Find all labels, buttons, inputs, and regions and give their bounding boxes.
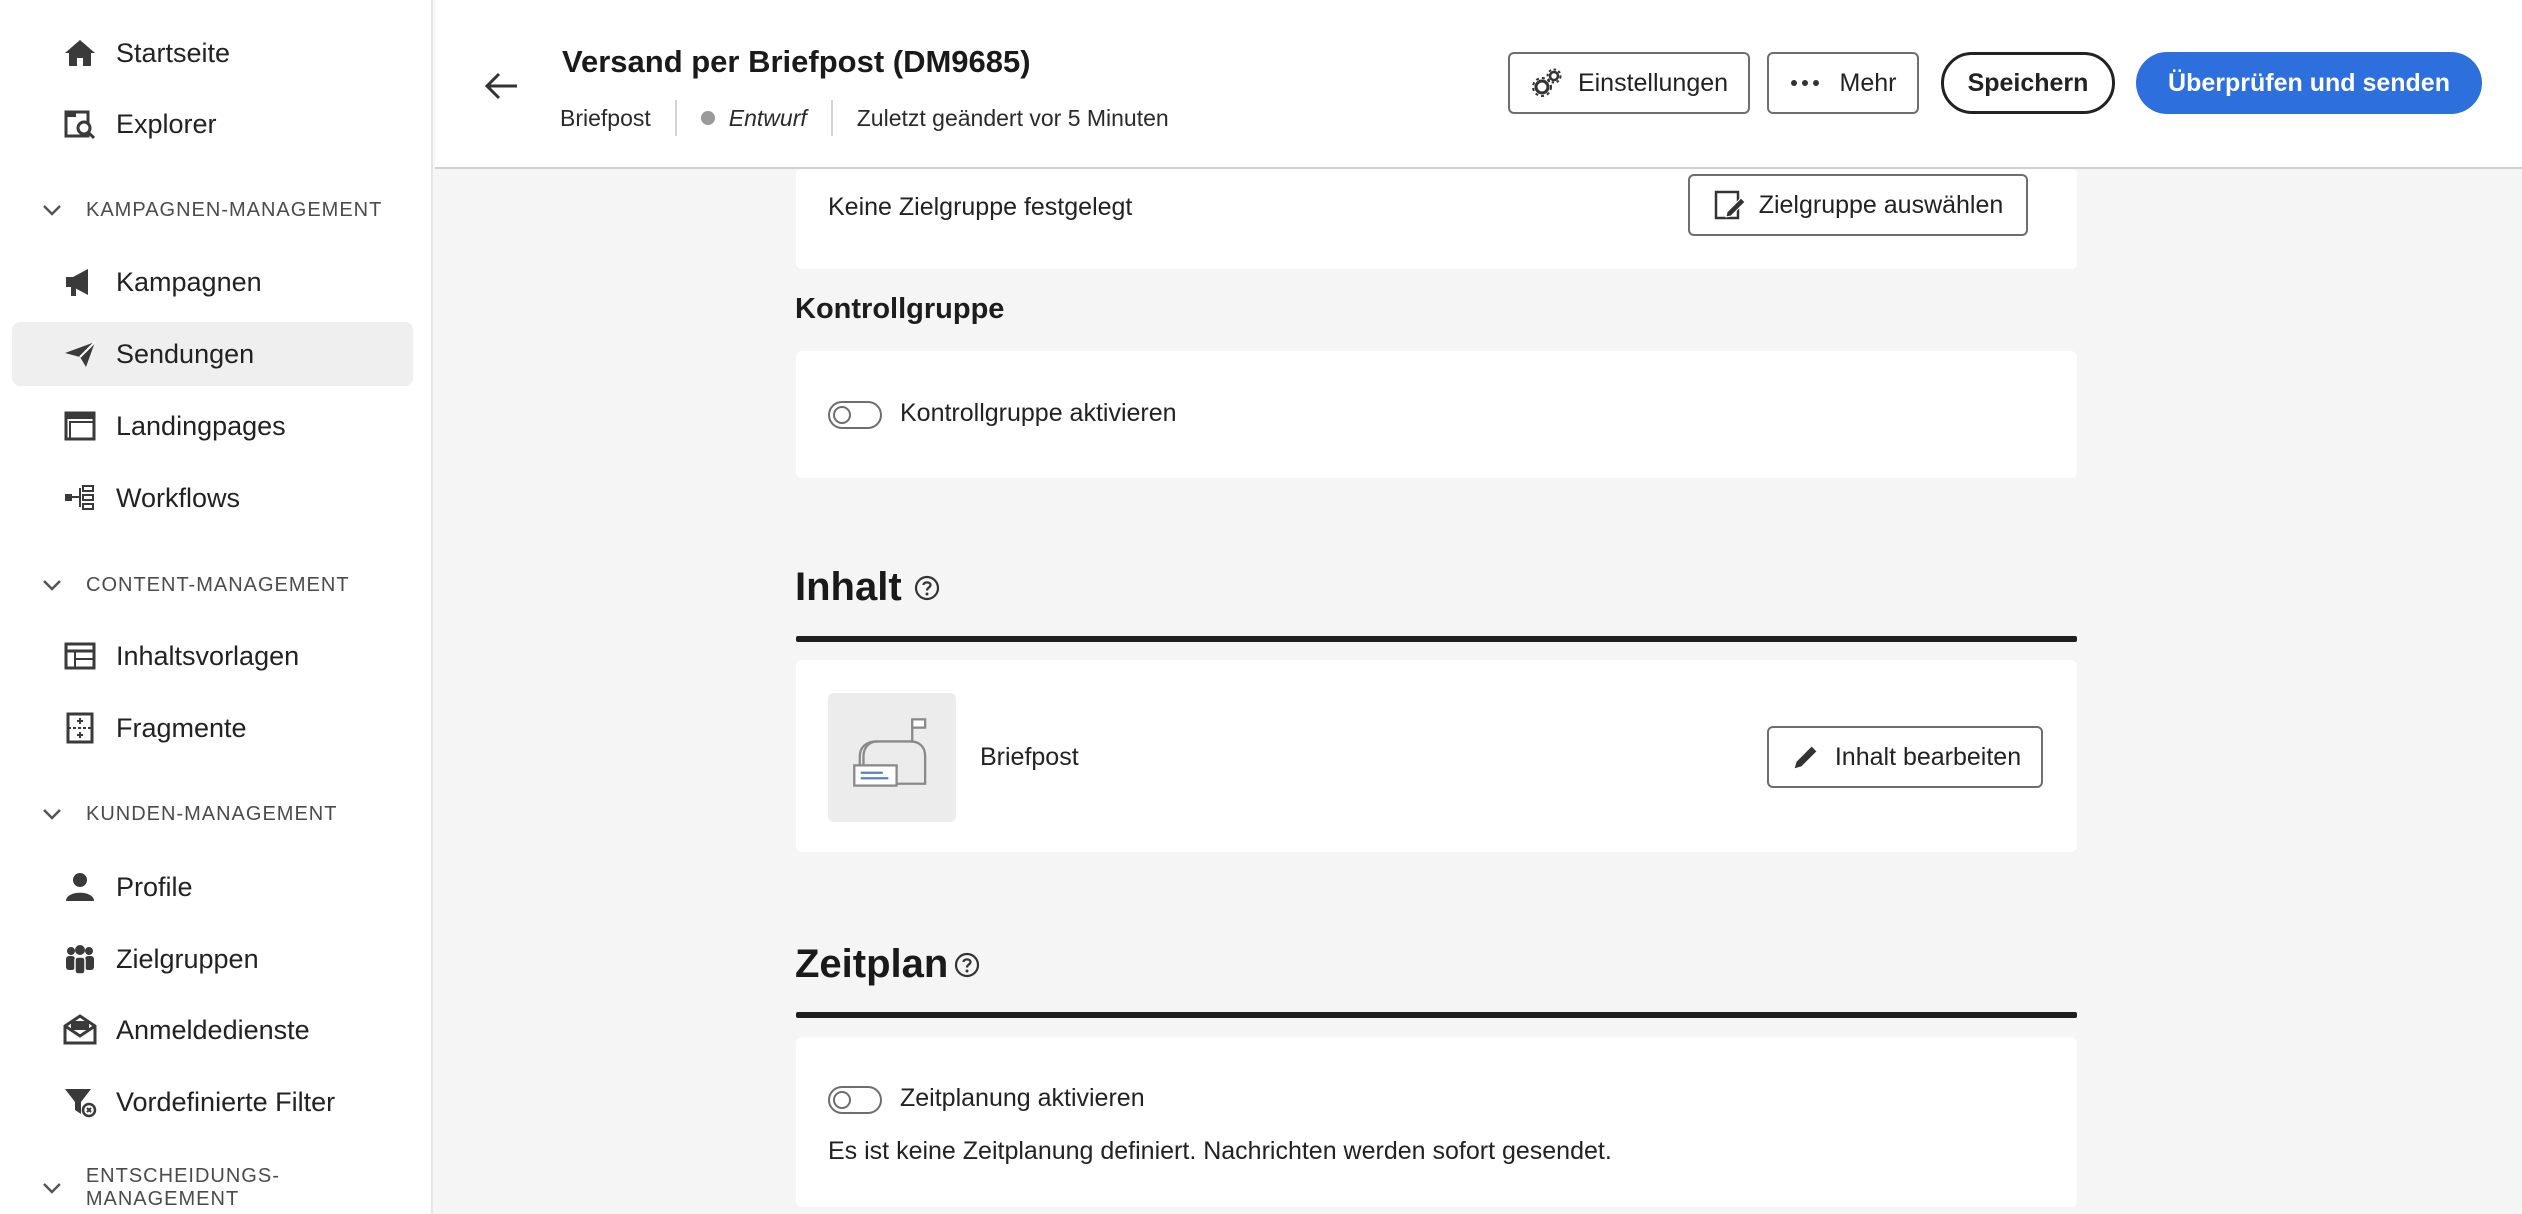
sidebar-item-label: Kampagnen — [116, 266, 262, 297]
sidebar-item-label: Explorer — [116, 108, 217, 139]
section-kampagnen-management[interactable]: KAMPAGNEN-MANAGEMENT — [40, 190, 382, 230]
schedule-divider — [796, 1012, 2077, 1018]
send-icon — [60, 334, 100, 374]
chevron-down-icon — [43, 580, 61, 591]
section-entscheidungs-management[interactable]: ENTSCHEIDUNGS-MANAGEMENT — [40, 1165, 431, 1210]
sidebar-item-anmeldedienste[interactable]: Anmeldedienste — [12, 998, 413, 1062]
no-audience-text: Keine Zielgruppe festgelegt — [828, 193, 1133, 221]
sidebar-item-vordefinierte-filter[interactable]: Vordefinierte Filter — [12, 1070, 413, 1134]
last-modified: Zuletzt geändert vor 5 Minuten — [856, 104, 1169, 131]
sidebar-item-zielgruppen[interactable]: Zielgruppen — [12, 927, 413, 991]
audience-card: Keine Zielgruppe festgelegt Zielgruppe a… — [796, 169, 2077, 269]
section-label: ENTSCHEIDUNGS-MANAGEMENT — [85, 1165, 280, 1210]
status-badge: Entwurf — [728, 104, 807, 131]
review-and-send-button[interactable]: Überprüfen und senden — [2136, 52, 2482, 114]
home-icon — [60, 33, 100, 73]
schedule-toggle[interactable] — [828, 1086, 882, 1114]
subscription-icon — [60, 1010, 100, 1050]
explorer-icon — [60, 104, 100, 144]
filter-icon — [60, 1082, 100, 1122]
edit-content-button[interactable]: Inhalt bearbeiten — [1767, 726, 2043, 788]
workflow-icon — [60, 478, 100, 518]
letter-thumbnail — [828, 693, 956, 822]
sidebar-item-label: Sendungen — [116, 338, 255, 369]
help-icon[interactable] — [914, 575, 940, 601]
sidebar-item-label: Zielgruppen — [116, 943, 259, 974]
settings-label: Einstellungen — [1577, 68, 1729, 97]
control-group-toggle[interactable] — [828, 401, 882, 429]
section-content-management[interactable]: CONTENT-MANAGEMENT — [40, 565, 350, 605]
chevron-down-icon — [43, 1183, 61, 1194]
status-dot-icon — [700, 111, 715, 125]
sidebar-item-label: Startseite — [116, 37, 231, 68]
sidebar-item-label: Inhaltsvorlagen — [116, 640, 300, 671]
fragment-icon — [60, 708, 100, 748]
sidebar-item-workflows[interactable]: Workflows — [12, 466, 413, 530]
edit-list-icon — [1713, 188, 1747, 222]
divider — [674, 100, 677, 136]
sidebar-item-startseite[interactable]: Startseite — [12, 21, 413, 85]
edit-content-label: Inhalt bearbeiten — [1834, 742, 2022, 771]
sidebar-item-label: Landingpages — [116, 410, 286, 441]
sidebar-item-explorer[interactable]: Explorer — [12, 92, 413, 156]
page-title: Versand per Briefpost (DM9685) — [562, 44, 1031, 79]
gears-icon — [1530, 66, 1564, 100]
back-button[interactable] — [475, 60, 527, 112]
delivery-meta: Briefpost Entwurf Zuletzt geändert vor 5… — [560, 100, 1169, 136]
sidebar-item-label: Workflows — [116, 482, 241, 513]
pencil-icon — [1789, 740, 1823, 774]
save-button[interactable]: Speichern — [1941, 52, 2115, 114]
chevron-down-icon — [43, 205, 61, 216]
schedule-heading-text: Zeitplan — [795, 942, 949, 986]
chevron-down-icon — [43, 809, 61, 820]
section-label: KUNDEN-MANAGEMENT — [86, 802, 338, 825]
mailbox-icon — [853, 717, 927, 787]
sidebar: Startseite Explorer KAMPAGNEN-MANAGEMENT… — [0, 0, 433, 1214]
channel-label: Briefpost — [560, 104, 651, 131]
more-label: Mehr — [1839, 68, 1897, 97]
control-group-toggle-label: Kontrollgruppe aktivieren — [900, 399, 1177, 427]
template-icon — [60, 636, 100, 676]
arrow-left-icon — [484, 72, 517, 100]
audience-icon — [60, 939, 100, 979]
section-label: CONTENT-MANAGEMENT — [86, 573, 350, 596]
content-divider — [796, 636, 2077, 642]
sidebar-item-label: Vordefinierte Filter — [116, 1086, 336, 1117]
settings-button[interactable]: Einstellungen — [1508, 52, 1750, 114]
sidebar-item-kampagnen[interactable]: Kampagnen — [12, 250, 413, 314]
landing-page-icon — [60, 406, 100, 446]
sidebar-item-landingpages[interactable]: Landingpages — [12, 394, 413, 458]
more-dots-icon — [1790, 66, 1820, 100]
section-label: KAMPAGNEN-MANAGEMENT — [86, 198, 383, 221]
select-audience-label: Zielgruppe auswählen — [1758, 190, 2004, 219]
content-channel-label: Briefpost — [980, 743, 1079, 771]
sidebar-item-label: Fragmente — [116, 712, 247, 743]
toggle-knob — [833, 1091, 851, 1109]
schedule-heading: Zeitplan — [795, 942, 980, 987]
divider — [830, 100, 833, 136]
sidebar-item-label: Profile — [116, 871, 193, 902]
section-kunden-management[interactable]: KUNDEN-MANAGEMENT — [40, 794, 337, 834]
content-heading-text: Inhalt — [795, 565, 902, 609]
control-group-heading: Kontrollgruppe — [795, 293, 1005, 325]
sidebar-item-label: Anmeldedienste — [116, 1014, 310, 1045]
select-audience-button[interactable]: Zielgruppe auswählen — [1688, 174, 2028, 236]
sidebar-item-sendungen[interactable]: Sendungen — [12, 322, 413, 386]
sidebar-item-fragmente[interactable]: Fragmente — [12, 696, 413, 760]
sidebar-item-profile[interactable]: Profile — [12, 855, 413, 919]
schedule-toggle-label: Zeitplanung aktivieren — [900, 1084, 1145, 1112]
control-group-card: Kontrollgruppe aktivieren — [796, 351, 2077, 478]
sidebar-item-inhaltsvorlagen[interactable]: Inhaltsvorlagen — [12, 624, 413, 688]
megaphone-icon — [60, 262, 100, 302]
schedule-card: Zeitplanung aktivieren Es ist keine Zeit… — [796, 1037, 2077, 1207]
help-icon[interactable] — [954, 952, 980, 978]
header-bar: Versand per Briefpost (DM9685) Briefpost… — [435, 0, 2522, 169]
more-button[interactable]: Mehr — [1767, 52, 1919, 114]
user-icon — [60, 867, 100, 907]
toggle-knob — [833, 406, 851, 424]
schedule-note: Es ist keine Zeitplanung definiert. Nach… — [828, 1137, 1612, 1165]
content-heading: Inhalt — [795, 565, 940, 610]
